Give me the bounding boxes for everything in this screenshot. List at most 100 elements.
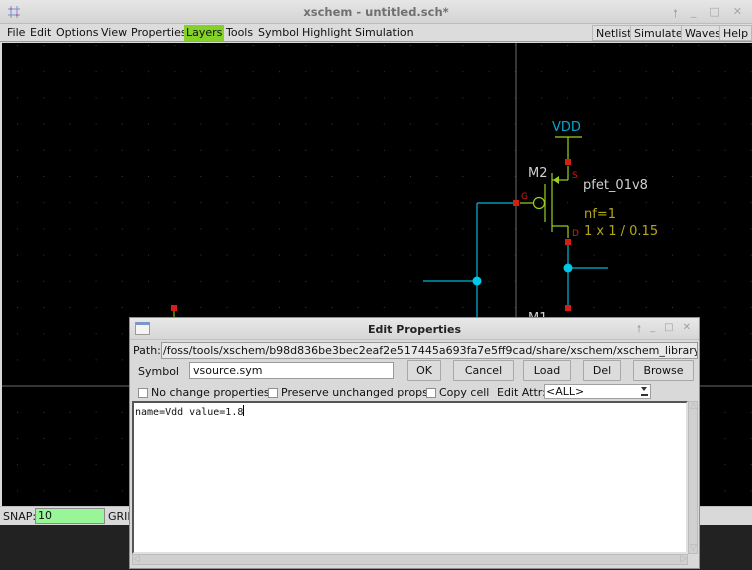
grid-dot [17,176,18,177]
grid-dot [593,254,595,256]
grid-dot [43,176,45,177]
vertical-scrollbar[interactable]: △ ▽ [688,401,698,554]
properties-text-editor[interactable]: name=Vdd value=1.8 [132,401,688,554]
grid-dot [357,228,359,230]
grid-dot [252,307,254,308]
grid-dot [226,71,228,73]
grid-dot [95,97,97,99]
menu-view[interactable]: View [99,25,129,41]
menu-options[interactable]: Options [54,25,100,41]
edit-attr-select[interactable]: <ALL> [544,384,651,399]
grid-dot [619,149,621,151]
vdd-label: VDD [552,120,581,135]
grid-dot [69,438,71,439]
grid-dot [619,123,621,125]
grid-dot [305,280,307,282]
grid-dot [724,71,726,73]
grid-dot [357,307,359,308]
title-bar: xschem - untitled.sch* 🠕 _ □ ✕ [0,0,752,24]
grid-dot [305,307,307,308]
symbol-input[interactable]: vsource.sym [189,362,394,379]
instance-name-m2: M2 [528,166,548,181]
grid-dot [541,45,542,46]
grid-dot [331,228,333,230]
grid-dot [305,202,307,204]
grid-dot [226,45,228,46]
grid-dot [462,307,464,308]
grid-dot [724,438,726,439]
menu-properties[interactable]: Properties [129,25,189,41]
menu-simulation[interactable]: Simulation [353,25,416,41]
minimize-icon[interactable]: _ [650,322,655,339]
minimize-icon[interactable]: _ [691,5,697,24]
snap-label: SNAP: [3,510,37,523]
grid-dot [357,123,359,125]
grid-dot [462,228,464,230]
menu-file[interactable]: File [5,25,27,41]
grid-dot [672,45,673,46]
grid-dot [43,464,45,466]
grid-dot [724,176,726,177]
del-button[interactable]: Del [583,360,621,381]
scroll-left-icon[interactable]: ◁ [133,555,140,564]
grid-dot [410,176,411,177]
grid-dot [148,228,149,230]
preserve-unchanged-props-checkbox[interactable]: Preserve unchanged props [268,386,428,399]
grid-dot [17,359,18,361]
menu-highlight[interactable]: Highlight [300,25,354,41]
horizontal-scrollbar[interactable]: ◁ ▷ [132,554,688,565]
menu-tools[interactable]: Tools [224,25,255,41]
grid-dot [410,307,411,308]
path-field[interactable]: /foss/tools/xschem/b98d836be3bec2eaf2e51… [161,342,698,359]
source-arrow-icon [553,176,559,184]
checkbox-box[interactable] [426,387,436,398]
grid-dot [645,45,647,46]
cancel-button[interactable]: Cancel [453,360,514,381]
grid-dot [17,123,18,125]
checkbox-box[interactable] [138,387,148,398]
maximize-icon[interactable]: □ [709,5,719,24]
help-button[interactable]: Help [719,25,752,41]
simulate-button[interactable]: Simulate [630,25,687,41]
menu-edit[interactable]: Edit [28,25,53,41]
menu-symbol[interactable]: Symbol [256,25,301,41]
menu-layers[interactable]: Layers [184,25,225,41]
grid-dot [750,228,752,230]
scroll-up-icon[interactable]: △ [690,402,697,411]
grid-dot [17,307,18,308]
grid-dot [724,149,726,151]
grid-dot [305,45,307,46]
copy-cell-checkbox[interactable]: Copy cell [426,386,489,399]
dropdown-arrow-icon[interactable] [641,387,648,396]
browse-button[interactable]: Browse [633,360,694,381]
grid-dot [410,45,411,46]
grid-dot [121,359,123,361]
grid-dot [619,280,621,282]
grid-dot [724,490,726,492]
grid-dot [750,176,752,177]
close-icon[interactable]: ✕ [683,322,691,339]
ok-button[interactable]: OK [407,360,441,381]
grid-dot [750,97,752,99]
grid-dot [95,333,97,335]
no-change-properties-checkbox[interactable]: No change properties [138,386,270,399]
grid-dot [279,202,280,204]
grid-dot [462,123,464,125]
scroll-right-icon[interactable]: ▷ [680,555,687,564]
grid-dot [226,280,228,282]
maximize-icon[interactable]: □ [664,322,673,339]
grid-dot [383,280,385,282]
dialog-title-bar[interactable]: Edit Properties 🠕 _ □ ✕ [130,318,699,340]
checkbox-box[interactable] [268,387,278,398]
netlist-button[interactable]: Netlist [592,25,636,41]
load-button[interactable]: Load [523,360,571,381]
grid-dot [174,149,176,151]
grid-dot [672,202,673,204]
scroll-down-icon[interactable]: ▽ [690,544,697,553]
grid-dot [410,97,411,99]
grid-dot [750,464,752,466]
snap-input[interactable]: 10 [35,508,105,524]
restore-icon[interactable]: 🠕 [673,5,678,24]
close-icon[interactable]: ✕ [733,5,742,24]
restore-icon[interactable]: 🠕 [637,322,641,339]
